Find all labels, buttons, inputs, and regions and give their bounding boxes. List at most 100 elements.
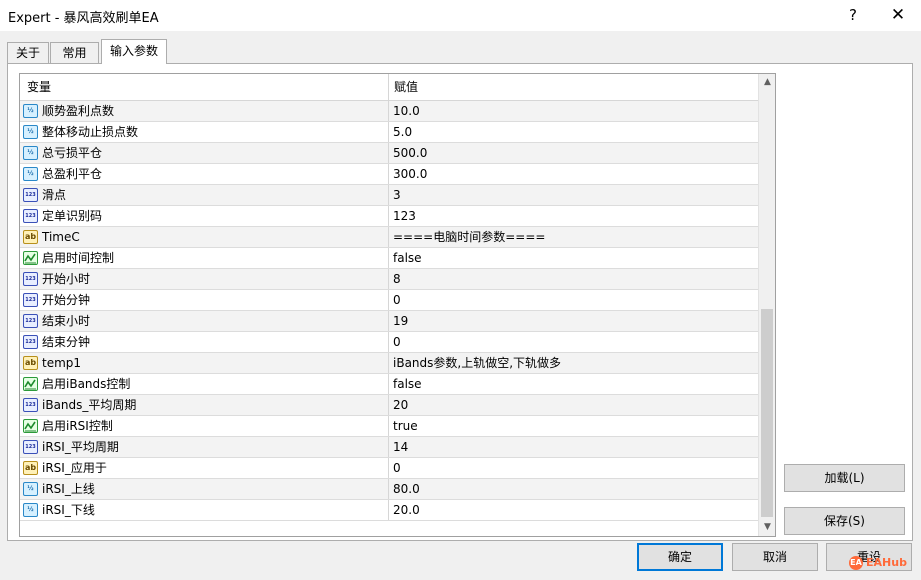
int-type-icon: 123 [23,272,38,286]
scroll-up-icon[interactable]: ▲ [759,74,775,91]
title-bar: Expert - 暴风高效刷单EA ? ✕ [0,0,921,31]
string-type-icon: ab [23,356,38,370]
parameter-value[interactable]: true [389,416,758,436]
int-type-icon: 123 [23,335,38,349]
parameter-name-cell: ½ 顺势盈利点数 [20,101,389,121]
table-row[interactable]: ½ 总亏损平仓 500.0 [20,143,758,164]
parameter-value[interactable]: 10.0 [389,101,758,121]
parameter-name-cell: ab TimeC [20,227,389,247]
table-row[interactable]: 123 结束小时 19 [20,311,758,332]
parameter-value[interactable]: false [389,248,758,268]
help-button[interactable]: ? [838,4,868,26]
bool-type-icon [23,251,38,265]
table-row[interactable]: 123 结束分钟 0 [20,332,758,353]
table-row[interactable]: 123 iBands_平均周期 20 [20,395,758,416]
column-header-variable[interactable]: 变量 [20,74,389,100]
table-row[interactable]: 123 开始小时 8 [20,269,758,290]
parameter-value[interactable]: 0 [389,458,758,478]
tab-inputs[interactable]: 输入参数 [101,39,167,64]
window-title: Expert - 暴风高效刷单EA [8,11,159,26]
double-type-icon: ½ [23,146,38,160]
parameter-name: 开始分钟 [42,293,91,307]
scroll-down-icon[interactable]: ▼ [759,519,775,536]
parameter-name: 启用时间控制 [42,251,115,265]
table-row[interactable]: 123 滑点 3 [20,185,758,206]
parameter-name: iRSI_平均周期 [42,440,119,454]
parameter-name: 启用iRSI控制 [42,419,113,433]
tab-about[interactable]: 关于 [7,42,49,64]
double-type-icon: ½ [23,125,38,139]
parameter-name: 开始小时 [42,272,91,286]
save-button[interactable]: 保存(S) [784,507,905,535]
table-row[interactable]: ab temp1 iBands参数,上轨做空,下轨做多 [20,353,758,374]
parameter-name: 总亏损平仓 [42,146,103,160]
table-row[interactable]: 启用iBands控制 false [20,374,758,395]
parameter-value[interactable]: 300.0 [389,164,758,184]
table-row[interactable]: 123 定单识别码 123 [20,206,758,227]
table-row[interactable]: ½ iRSI_下线 20.0 [20,500,758,521]
parameter-value[interactable]: 123 [389,206,758,226]
int-type-icon: 123 [23,314,38,328]
parameter-value[interactable]: 3 [389,185,758,205]
table-row[interactable]: 启用iRSI控制 true [20,416,758,437]
parameter-name-cell: 启用iBands控制 [20,374,389,394]
close-button[interactable]: ✕ [880,4,916,26]
parameter-name: iRSI_应用于 [42,461,107,475]
parameter-name: 整体移动止损点数 [42,125,139,139]
watermark-logo-icon: EA [849,556,863,570]
ok-button[interactable]: 确定 [637,543,723,571]
parameter-name: 滑点 [42,188,67,202]
parameter-value[interactable]: false [389,374,758,394]
parameter-name: 启用iBands控制 [42,377,131,391]
int-type-icon: 123 [23,440,38,454]
parameter-value[interactable]: 14 [389,437,758,457]
table-row[interactable]: 123 iRSI_平均周期 14 [20,437,758,458]
parameter-value[interactable]: 8 [389,269,758,289]
parameter-name-cell: ½ iRSI_下线 [20,500,389,520]
parameter-value[interactable]: 0 [389,332,758,352]
table-row[interactable]: ½ 整体移动止损点数 5.0 [20,122,758,143]
parameter-name: iBands_平均周期 [42,398,137,412]
double-type-icon: ½ [23,104,38,118]
parameter-value[interactable]: 500.0 [389,143,758,163]
tab-common[interactable]: 常用 [50,42,99,64]
table-row[interactable]: ½ 总盈利平仓 300.0 [20,164,758,185]
parameter-value[interactable]: ====电脑时间参数==== [389,227,758,247]
int-type-icon: 123 [23,188,38,202]
parameter-name: iRSI_上线 [42,482,95,496]
bool-type-icon [23,377,38,391]
parameter-name-cell: 123 结束小时 [20,311,389,331]
parameter-value[interactable]: 20 [389,395,758,415]
double-type-icon: ½ [23,503,38,517]
table-row[interactable]: ab TimeC ====电脑时间参数==== [20,227,758,248]
scroll-thumb[interactable] [761,309,773,517]
string-type-icon: ab [23,230,38,244]
parameter-name: iRSI_下线 [42,503,95,517]
parameter-value[interactable]: 20.0 [389,500,758,520]
parameter-name-cell: 123 iBands_平均周期 [20,395,389,415]
grid-header: 变量 赋值 [20,74,758,101]
cancel-button[interactable]: 取消 [732,543,818,571]
parameter-value[interactable]: 80.0 [389,479,758,499]
parameter-value[interactable]: 0 [389,290,758,310]
load-button[interactable]: 加载(L) [784,464,905,492]
parameter-name-cell: ab iRSI_应用于 [20,458,389,478]
table-row[interactable]: ab iRSI_应用于 0 [20,458,758,479]
parameter-value[interactable]: 19 [389,311,758,331]
vertical-scrollbar[interactable]: ▲ ▼ [758,74,775,536]
parameter-name: 总盈利平仓 [42,167,103,181]
table-row[interactable]: ½ iRSI_上线 80.0 [20,479,758,500]
column-header-value[interactable]: 赋值 [389,74,758,100]
parameter-value[interactable]: 5.0 [389,122,758,142]
parameter-name-cell: ab temp1 [20,353,389,373]
watermark: EA EAHub [849,556,907,570]
parameter-name-cell: ½ 总盈利平仓 [20,164,389,184]
parameter-value[interactable]: iBands参数,上轨做空,下轨做多 [389,353,758,373]
watermark-text: EAHub [866,556,907,569]
table-row[interactable]: 启用时间控制 false [20,248,758,269]
table-row[interactable]: ½ 顺势盈利点数 10.0 [20,101,758,122]
table-row[interactable]: 123 开始分钟 0 [20,290,758,311]
parameter-name-cell: 123 开始分钟 [20,290,389,310]
parameter-name-cell: 123 开始小时 [20,269,389,289]
parameter-name: 定单识别码 [42,209,103,223]
